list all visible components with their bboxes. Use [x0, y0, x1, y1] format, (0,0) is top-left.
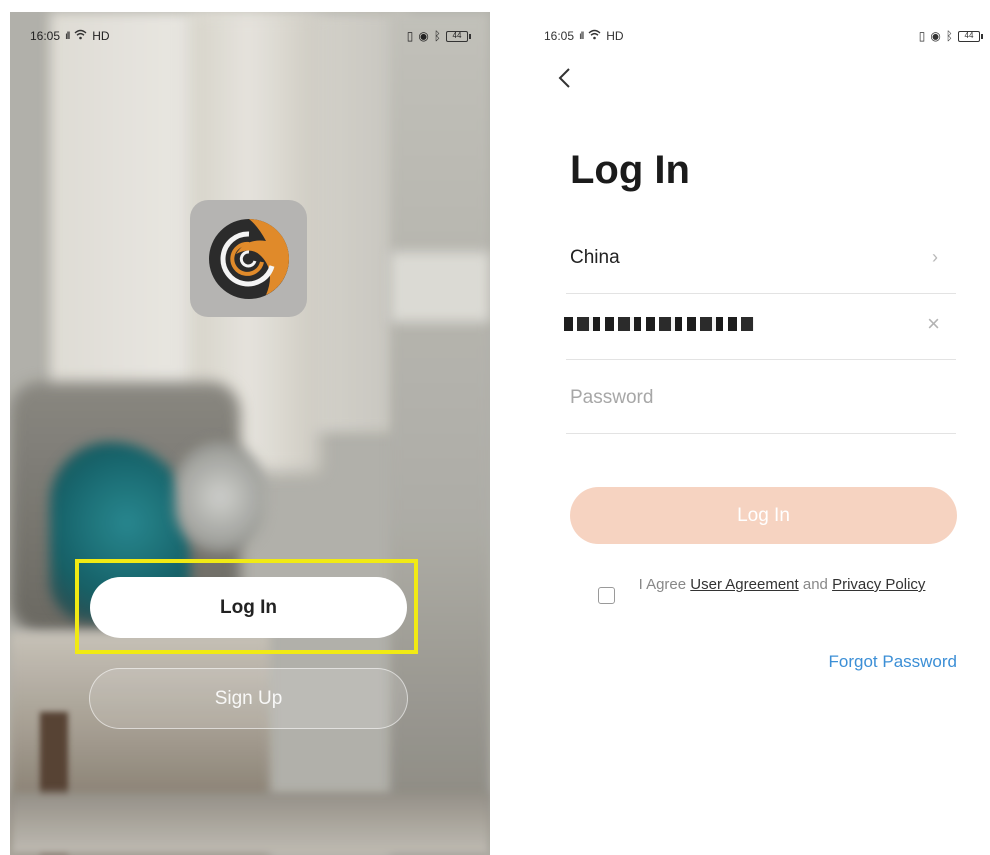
network-label: HD	[92, 29, 110, 43]
alarm-icon: ◉	[930, 29, 941, 43]
swirl-logo-icon	[208, 218, 289, 299]
agree-prefix: I Agree	[638, 576, 687, 593]
page-title: Log In	[570, 148, 690, 192]
vibrate-icon: ▯	[406, 29, 414, 43]
masked-account-value	[564, 316, 754, 331]
wifi-icon	[74, 29, 87, 43]
password-field[interactable]	[570, 386, 952, 409]
status-time: 16:05	[30, 29, 61, 43]
privacy-policy-link[interactable]: Privacy Policy	[832, 576, 925, 593]
chevron-right-icon: ›	[932, 247, 938, 267]
battery-icon: 44	[958, 30, 983, 42]
status-time: 16:05	[544, 29, 575, 43]
bluetooth-icon: ᛒ	[433, 29, 441, 43]
status-bar: 16:05 ıll HD ▯ ◉ ᛒ 44	[528, 12, 990, 60]
chevron-left-icon	[558, 68, 570, 88]
forgot-password-link[interactable]: Forgot Password	[829, 652, 958, 672]
battery-icon: 44	[446, 30, 471, 42]
welcome-screen: 16:05 ıll HD ▯ ◉ ᛒ 44 Log In Sign Up	[10, 12, 490, 855]
signal-icon: ıll	[579, 30, 584, 42]
signup-button[interactable]: Sign Up	[89, 668, 408, 729]
bluetooth-icon: ᛒ	[945, 29, 953, 43]
alarm-icon: ◉	[418, 29, 429, 43]
user-agreement-link[interactable]: User Agreement	[690, 576, 798, 593]
network-label: HD	[606, 29, 624, 43]
login-submit-button[interactable]: Log In	[570, 487, 957, 544]
agree-and: and	[802, 576, 828, 593]
signal-icon: ıll	[65, 30, 70, 42]
country-selector[interactable]: China ›	[566, 222, 956, 294]
back-button[interactable]	[550, 62, 578, 94]
account-field[interactable]: ×	[564, 288, 956, 360]
agreement-row: I Agree User Agreement and Privacy Polic…	[598, 575, 958, 604]
password-field-row	[566, 362, 956, 434]
status-bar: 16:05 ıll HD ▯ ◉ ᛒ 44	[10, 12, 490, 60]
app-logo	[190, 200, 307, 317]
login-screen: 16:05 ıll HD ▯ ◉ ᛒ 44 Log In China › × L…	[528, 12, 990, 855]
vibrate-icon: ▯	[918, 29, 926, 43]
wifi-icon	[588, 29, 601, 43]
login-button[interactable]: Log In	[90, 577, 407, 638]
agreement-text: I Agree User Agreement and Privacy Polic…	[637, 575, 927, 595]
clear-icon[interactable]: ×	[927, 311, 940, 337]
agree-checkbox[interactable]	[598, 587, 615, 604]
country-value: China	[570, 246, 620, 268]
